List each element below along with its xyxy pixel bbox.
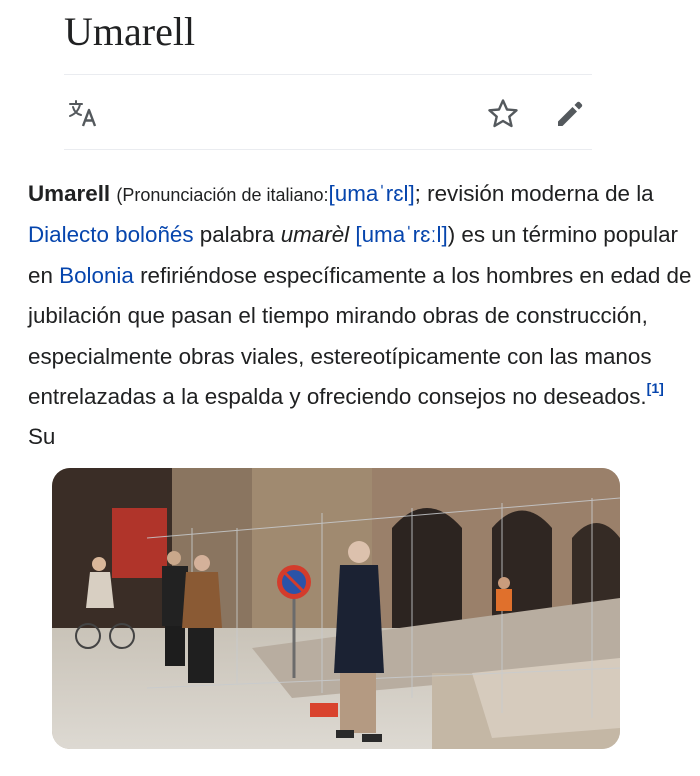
link-dialecto-bolones[interactable]: Dialecto boloñés [28, 222, 194, 247]
link-bolonia[interactable]: Bolonia [59, 263, 134, 288]
italic-word: umarèl [280, 222, 350, 248]
article-body: Umarell (Pronunciación de italiano:[umaˈ… [28, 174, 692, 458]
title-divider [64, 74, 592, 75]
ipa-link-1[interactable]: [umaˈrɛl] [329, 181, 415, 206]
article-term: Umarell [28, 181, 111, 206]
reference-link[interactable]: [1] [647, 380, 664, 396]
ipa-link-2[interactable]: [umaˈrɛːl] [355, 222, 447, 247]
page-title: Umarell [64, 9, 196, 54]
mobile-article-page: Umarell Umarell (Pronunciación de italia… [0, 0, 700, 776]
text-run: palabra [193, 222, 281, 248]
text-run: ; revisión moderna de la [414, 181, 654, 206]
toolbar-divider [64, 149, 592, 150]
elderly-men-watching-road-works-photo[interactable] [52, 468, 620, 749]
star-icon[interactable] [486, 97, 520, 131]
translate-icon[interactable] [66, 97, 100, 131]
pronunciation-label: (Pronunciación de italiano: [116, 185, 329, 205]
lead-paragraph: Umarell (Pronunciación de italiano:[umaˈ… [28, 174, 692, 458]
text-run: Su [28, 424, 56, 450]
pencil-icon[interactable] [553, 97, 587, 131]
